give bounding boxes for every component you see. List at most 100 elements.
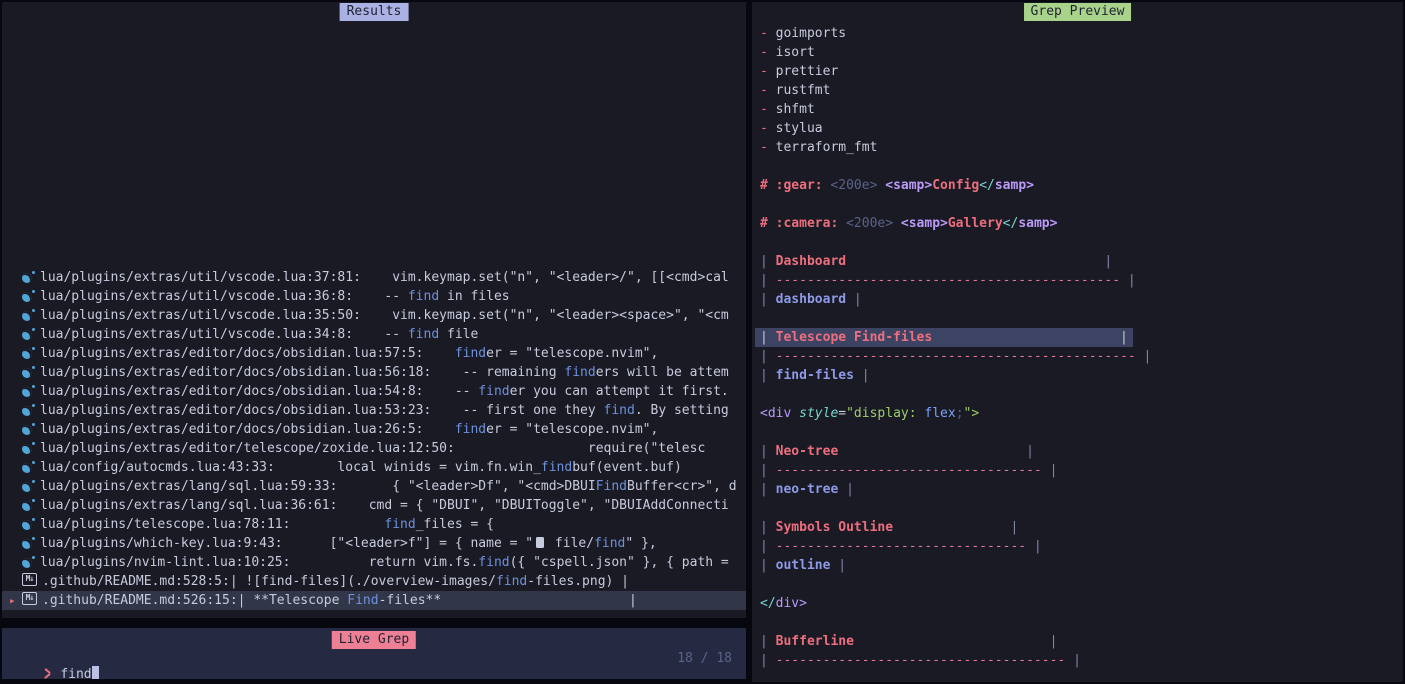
result-text: . By setting [635,403,729,418]
preview-text: Gallery [948,216,1003,231]
preview-line: # :camera: <200e> <samp>Gallery</samp> [760,214,1403,233]
preview-text [846,254,1104,269]
preview-text: shfmt [776,102,815,117]
preview-text: - [760,26,776,41]
preview-line: # :gear: <200e> <samp>Config</samp> [760,176,1403,195]
result-counter: 18 / 18 [677,651,732,666]
result-row[interactable]: lua/plugins/extras/util/vscode.lua:36:8:… [2,287,746,306]
result-text: lua/plugins/extras/editor/telescope/zoxi… [40,441,705,456]
result-row[interactable]: lua/plugins/extras/lang/sql.lua:59:33: {… [2,477,746,496]
preview-text: find-files [776,368,854,383]
preview-text: | [760,254,776,269]
preview-text: terraform_fmt [776,140,878,155]
preview-text [854,634,1050,649]
preview-text: <div [760,406,791,421]
preview-text: goimports [776,26,846,41]
result-row[interactable]: lua/plugins/extras/editor/telescope/zoxi… [2,439,746,458]
result-row[interactable]: M↓ .github/README.md:528:5:| ![find-files… [2,572,746,591]
prompt-input[interactable]: find [60,667,91,679]
preview-text: | [830,558,846,573]
result-row[interactable]: lua/plugins/extras/editor/docs/obsidian.… [2,363,746,382]
result-row[interactable]: lua/plugins/extras/util/vscode.lua:35:50… [2,306,746,325]
lua-file-icon [22,346,35,359]
result-row[interactable]: ▸M↓.github/README.md:526:15:| **Telescop… [2,591,746,610]
preview-text: <200e> [846,216,901,231]
preview-text: | [760,520,776,535]
match-text: Find [347,593,378,608]
result-text: Buffer<cr>", d [627,479,737,494]
result-row[interactable]: lua/plugins/extras/lang/sql.lua:36:61: c… [2,496,746,515]
preview-line [760,575,1403,594]
preview-text: - [760,83,776,98]
match-text: find [408,327,439,342]
preview-text: | [760,653,776,668]
result-text: lua/plugins/telescope.lua:78:11: [40,517,384,532]
preview-text: </ [1003,216,1019,231]
result-text: lua/plugins/extras/util/vscode.lua:34:8:… [40,327,408,342]
result-row[interactable]: lua/plugins/extras/editor/docs/obsidian.… [2,401,746,420]
result-row[interactable]: lua/plugins/which-key.lua:9:43: ["<leade… [2,534,746,553]
lua-file-icon [22,479,35,492]
result-text: ers will be attem [596,365,729,380]
prompt-line[interactable]: find [12,651,99,679]
preview-text [893,520,1010,535]
preview-text: | [1026,539,1042,554]
preview-text: Config [932,178,979,193]
match-text: find [478,384,509,399]
result-text: .github/README.md:526:15:| **Telescope [42,593,347,608]
preview-text: ----------------------------------------… [776,273,1120,288]
lua-file-icon [22,555,35,568]
preview-text: <200e> [830,178,885,193]
preview-text: Bufferline [776,634,854,649]
result-row[interactable]: lua/config/autocmds.lua:43:33: local win… [2,458,746,477]
preview-highlight-band: | Telescope Find-files | [755,328,1133,347]
preview-text: | [1026,444,1034,459]
preview-line: - shfmt [760,100,1403,119]
result-row[interactable]: lua/plugins/extras/editor/docs/obsidian.… [2,344,746,363]
result-row[interactable]: lua/plugins/extras/editor/docs/obsidian.… [2,382,746,401]
preview-line: | find-files | [760,366,1403,385]
preview-line: | --------------------------------------… [760,271,1403,290]
preview-line: </div> [760,594,1403,613]
results-title: Results [340,3,409,21]
result-row[interactable]: lua/plugins/extras/editor/docs/obsidian.… [2,420,746,439]
preview-text: | [760,558,776,573]
lua-file-icon [22,517,35,530]
lua-file-icon [22,441,35,454]
result-row[interactable]: lua/plugins/nvim-lint.lua:10:25: return … [2,553,746,572]
preview-text: outline [776,558,831,573]
prompt-caret-icon [43,667,52,679]
preview-text: samp> [995,178,1034,193]
preview-text: # :camera: [760,216,846,231]
result-row[interactable]: lua/plugins/extras/util/vscode.lua:37:81… [2,268,746,287]
preview-line: <div style="display: flex;"> [760,404,1403,423]
result-text: lua/plugins/extras/util/vscode.lua:36:8:… [40,289,408,304]
preview-text: "display: [846,406,924,421]
result-row[interactable]: lua/plugins/telescope.lua:78:11: find_fi… [2,515,746,534]
preview-line [760,499,1403,518]
preview-text: | [760,482,776,497]
result-text: lua/plugins/extras/editor/docs/obsidian.… [40,365,564,380]
preview-window: Grep Preview - goimports- isort- prettie… [752,2,1403,682]
match-text: find [564,365,595,380]
markdown-file-icon: M↓ [22,573,37,586]
preview-text: | [1065,653,1081,668]
result-text: -files** | [379,593,637,608]
lua-file-icon [22,403,35,416]
preview-line: - isort [760,43,1403,62]
preview-line: | neo-tree | [760,480,1403,499]
preview-text: Neo-tree [776,444,839,459]
preview-line [760,233,1403,252]
result-text: .github/README.md:528:5:| ![find-files](… [42,574,496,589]
preview-line: | ---------------------------------- | [760,461,1403,480]
preview-text: | [760,349,776,364]
match-text: find [604,403,635,418]
preview-line: - rustfmt [760,81,1403,100]
result-row[interactable]: lua/plugins/extras/util/vscode.lua:34:8:… [2,325,746,344]
preview-text: ----------------------------------------… [776,349,1136,364]
result-text: lua/plugins/extras/util/vscode.lua:35:50… [40,308,729,323]
preview-text: "> [964,406,980,421]
match-text: find [541,460,572,475]
preview-text: | [854,368,870,383]
match-text: find [478,555,509,570]
